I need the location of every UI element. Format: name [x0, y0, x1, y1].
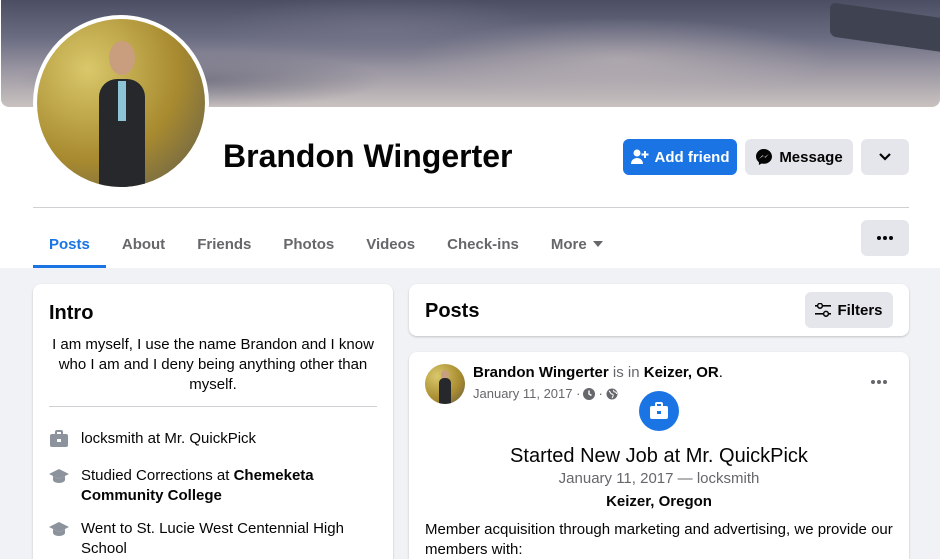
- tab-friends[interactable]: Friends: [181, 220, 267, 268]
- posts-header-card: Posts Filters: [409, 284, 909, 336]
- ellipsis-icon: [877, 236, 893, 240]
- posts-title: Posts: [425, 300, 480, 322]
- graduation-cap-icon: [49, 469, 69, 483]
- tab-posts[interactable]: Posts: [33, 220, 106, 268]
- add-friend-label: Add friend: [654, 148, 730, 166]
- intro-bio: I am myself, I use the name Brandon and …: [52, 336, 374, 393]
- briefcase-icon: [50, 430, 68, 447]
- intro-studied-text: Studied Corrections at Chemeketa Communi…: [81, 466, 377, 506]
- add-friend-button[interactable]: Add friend: [623, 139, 737, 175]
- post-author-link[interactable]: Brandon Wingerter: [473, 364, 609, 381]
- post-text: Member acquisition through marketing and…: [425, 521, 893, 558]
- intro-high-school-text: Went to St. Lucie West Centennial High S…: [81, 520, 344, 557]
- profile-header: Brandon Wingerter Add friend Message Pos…: [0, 0, 940, 268]
- life-event-subtitle: January 11, 2017 — locksmith: [558, 470, 760, 487]
- filters-label: Filters: [837, 301, 883, 319]
- header-divider: [33, 207, 909, 208]
- post-options-button[interactable]: [865, 368, 893, 396]
- tab-about[interactable]: About: [106, 220, 181, 268]
- message-label: Message: [779, 148, 843, 166]
- tab-check-ins[interactable]: Check-ins: [431, 220, 535, 268]
- globe-icon: [606, 388, 618, 399]
- more-options-button[interactable]: [861, 139, 909, 175]
- tab-videos[interactable]: Videos: [350, 220, 431, 268]
- filters-button[interactable]: Filters: [805, 292, 893, 328]
- meta-dot: ·: [598, 386, 603, 401]
- studied-prefix: Studied Corrections at: [81, 467, 230, 484]
- intro-divider: [49, 406, 377, 407]
- tab-more[interactable]: More: [535, 220, 619, 268]
- intro-work-text: locksmith at Mr. QuickPick: [81, 430, 257, 447]
- post-card: Brandon Wingerter is in Keizer, OR. Janu…: [409, 352, 909, 559]
- graduation-cap-icon: [49, 522, 69, 536]
- ellipsis-icon: [871, 380, 887, 384]
- profile-menu-button[interactable]: [861, 220, 909, 256]
- intro-studied: Studied Corrections at Chemeketa Communi…: [49, 466, 377, 506]
- post-date[interactable]: January 11, 2017 ·: [473, 386, 580, 401]
- tab-photos[interactable]: Photos: [267, 220, 350, 268]
- post-author-avatar[interactable]: [425, 364, 465, 404]
- post-location-link[interactable]: Keizer, OR: [644, 364, 719, 381]
- post-header: Brandon Wingerter is in Keizer, OR.: [473, 364, 723, 381]
- intro-card: Intro I am myself, I use the name Brando…: [33, 284, 393, 559]
- clock-icon: [583, 387, 596, 400]
- airplane-wing: [830, 2, 940, 52]
- post-is-in: is in: [612, 364, 640, 381]
- chevron-down-icon: [879, 153, 891, 161]
- new-job-badge: [639, 391, 679, 431]
- life-event-title: Started New Job at Mr. QuickPick: [510, 445, 808, 467]
- profile-tabs: Posts About Friends Photos Videos Check-…: [33, 220, 619, 268]
- intro-title: Intro: [49, 302, 94, 324]
- profile-name: Brandon Wingerter: [223, 138, 513, 174]
- intro-work: locksmith at Mr. QuickPick: [49, 429, 377, 449]
- add-person-icon: [630, 149, 648, 164]
- messenger-icon: [756, 149, 773, 165]
- avatar-photo: [37, 19, 205, 187]
- intro-high-school: Went to St. Lucie West Centennial High S…: [49, 519, 377, 559]
- post-meta: January 11, 2017 · ·: [473, 386, 618, 401]
- sliders-icon: [815, 303, 832, 317]
- briefcase-icon: [650, 402, 668, 419]
- tab-more-label: More: [550, 235, 587, 253]
- profile-picture[interactable]: [33, 15, 209, 191]
- life-event-location: Keizer, Oregon: [606, 493, 712, 510]
- post-header-period: .: [718, 364, 723, 381]
- caret-down-icon: [592, 241, 603, 247]
- message-button[interactable]: Message: [745, 139, 853, 175]
